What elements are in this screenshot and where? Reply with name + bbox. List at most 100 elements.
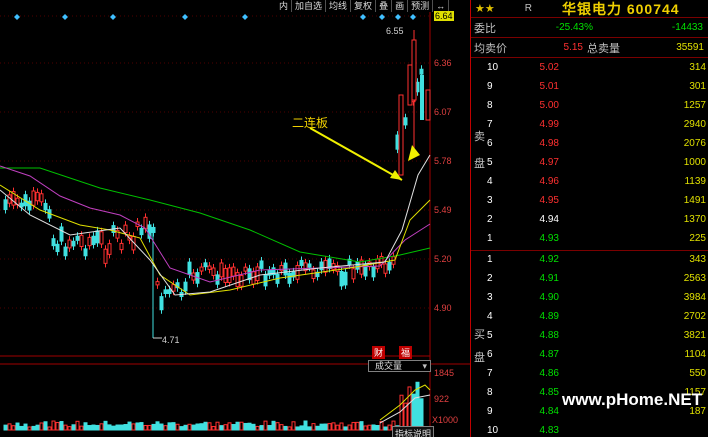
buy-level-row[interactable]: 2 4.91 2563 xyxy=(471,269,708,288)
volume-bar xyxy=(303,420,308,431)
volume-bar xyxy=(87,425,92,431)
candle-body xyxy=(407,64,413,106)
diamond-marker xyxy=(395,14,401,20)
indicator-help-button[interactable]: 指标说明 xyxy=(392,426,435,437)
toolbar-add-watchlist-button[interactable]: 加自选 xyxy=(292,0,327,12)
candle-body xyxy=(91,235,96,246)
sell-level-price: 4.99 xyxy=(539,119,559,130)
candle-body xyxy=(339,271,344,287)
candle-body xyxy=(71,240,76,247)
volume-bar xyxy=(343,426,348,431)
candle-body xyxy=(35,191,40,202)
finance-button[interactable]: 财 xyxy=(372,346,386,359)
sell-level-row[interactable]: 3 4.95 1491 xyxy=(471,191,708,210)
price-axis-label: 5.78 xyxy=(434,156,452,166)
buy-side-label-2: 盘 xyxy=(474,352,485,364)
candle-body xyxy=(398,94,404,176)
candle-body xyxy=(3,199,8,211)
volume-bar xyxy=(147,424,152,431)
toolbar-nei-button[interactable]: 内 xyxy=(276,0,293,12)
buy-level-row[interactable]: 6 4.87 1104 xyxy=(471,345,708,364)
weibi-label: 委比 xyxy=(474,22,496,35)
volume-bar xyxy=(287,426,292,431)
sell-level-row[interactable]: 6 4.98 2076 xyxy=(471,134,708,153)
candle-body xyxy=(355,261,360,270)
buy-level-row[interactable]: 1 4.92 343 xyxy=(471,250,708,269)
candle-body xyxy=(371,266,376,278)
sell-level-price: 4.93 xyxy=(539,233,559,244)
sell-level-price: 4.97 xyxy=(539,157,559,168)
toolbar-draw-button[interactable]: 画 xyxy=(392,0,409,12)
sell-level-row[interactable]: 7 4.99 2940 xyxy=(471,115,708,134)
watermark: www.pHome.NET xyxy=(562,390,703,409)
sell-level-row[interactable]: 9 5.01 301 xyxy=(471,77,708,96)
volume-bar xyxy=(259,425,264,431)
volume-bar xyxy=(351,421,356,431)
candle-body xyxy=(99,231,104,245)
volume-bar xyxy=(71,424,76,431)
volume-bar xyxy=(51,420,56,431)
kline-chart[interactable]: 内 加自选 均线 复权 叠 画 预测 ↔ 6.64 6.36 6.07 5.78… xyxy=(0,0,470,437)
candle-body xyxy=(419,68,424,75)
sell-level-qty: 1370 xyxy=(683,214,706,225)
buy-level-row[interactable]: 7 4.86 550 xyxy=(471,364,708,383)
volume-bar xyxy=(7,423,12,431)
toolbar-adjust-button[interactable]: 复权 xyxy=(351,0,377,12)
toolbar-overlay-button[interactable]: 叠 xyxy=(376,0,393,12)
volume-bar xyxy=(91,424,96,431)
volume-bar xyxy=(387,424,392,431)
volume-bar xyxy=(107,424,112,431)
volume-bar xyxy=(27,426,32,431)
volume-bar xyxy=(139,422,144,431)
volume-bar xyxy=(211,425,216,431)
diamond-marker xyxy=(14,14,20,20)
volume-bar xyxy=(179,426,184,431)
buy-level-qty: 343 xyxy=(689,254,706,265)
candle-body xyxy=(227,267,232,283)
sell-level-row[interactable]: 2 4.94 1370 xyxy=(471,210,708,229)
sell-level-row[interactable]: 4 4.96 1139 xyxy=(471,172,708,191)
volume-bar xyxy=(23,423,28,431)
volume-bar xyxy=(163,425,168,431)
buy-level-qty: 1104 xyxy=(684,349,706,360)
volume-bar xyxy=(195,423,200,431)
candle-body xyxy=(123,224,128,233)
volume-bar xyxy=(243,422,248,431)
volume-bar xyxy=(255,425,260,431)
sell-level-level: 1 xyxy=(487,233,493,244)
toolbar-ma-button[interactable]: 均线 xyxy=(326,0,352,12)
sell-level-row[interactable]: 1 4.93 225 xyxy=(471,229,708,248)
buy-level-row[interactable]: 10 4.83 xyxy=(471,421,708,437)
candle-body xyxy=(211,267,216,277)
volume-bar xyxy=(275,422,280,431)
candle-body xyxy=(83,248,88,257)
volume-bar xyxy=(43,421,48,431)
volume-bar xyxy=(79,425,84,431)
volume-bar xyxy=(319,423,324,431)
sell-level-row[interactable]: 10 5.02 314 xyxy=(471,58,708,77)
info-button[interactable]: 福 xyxy=(399,346,413,359)
sell-level-qty: 301 xyxy=(689,81,706,92)
candle-body xyxy=(79,234,84,247)
indicator-selector[interactable]: 成交量 ▾ xyxy=(368,360,431,372)
candle-body xyxy=(51,238,56,247)
diamond-marker xyxy=(110,14,116,20)
volume-bar xyxy=(35,424,40,431)
candle-body xyxy=(307,263,312,268)
star-icon[interactable]: ★★ xyxy=(475,2,495,15)
candle-body xyxy=(171,284,176,292)
candle-body xyxy=(279,265,284,272)
volume-bar xyxy=(367,424,372,431)
volume-bar xyxy=(311,423,316,431)
buy-level-row[interactable]: 3 4.90 3984 xyxy=(471,288,708,307)
sell-level-row[interactable]: 5 4.97 1000 xyxy=(471,153,708,172)
volume-bar xyxy=(335,424,340,431)
candle-body xyxy=(155,281,160,286)
buy-level-row[interactable]: 5 4.88 3821 xyxy=(471,326,708,345)
sell-level-row[interactable]: 8 5.00 1257 xyxy=(471,96,708,115)
buy-level-row[interactable]: 4 4.89 2702 xyxy=(471,307,708,326)
toolbar-forecast-button[interactable]: 预测 xyxy=(408,0,434,12)
volume-bar xyxy=(239,421,244,431)
volume-bar xyxy=(183,424,188,431)
candle-body xyxy=(387,261,392,271)
